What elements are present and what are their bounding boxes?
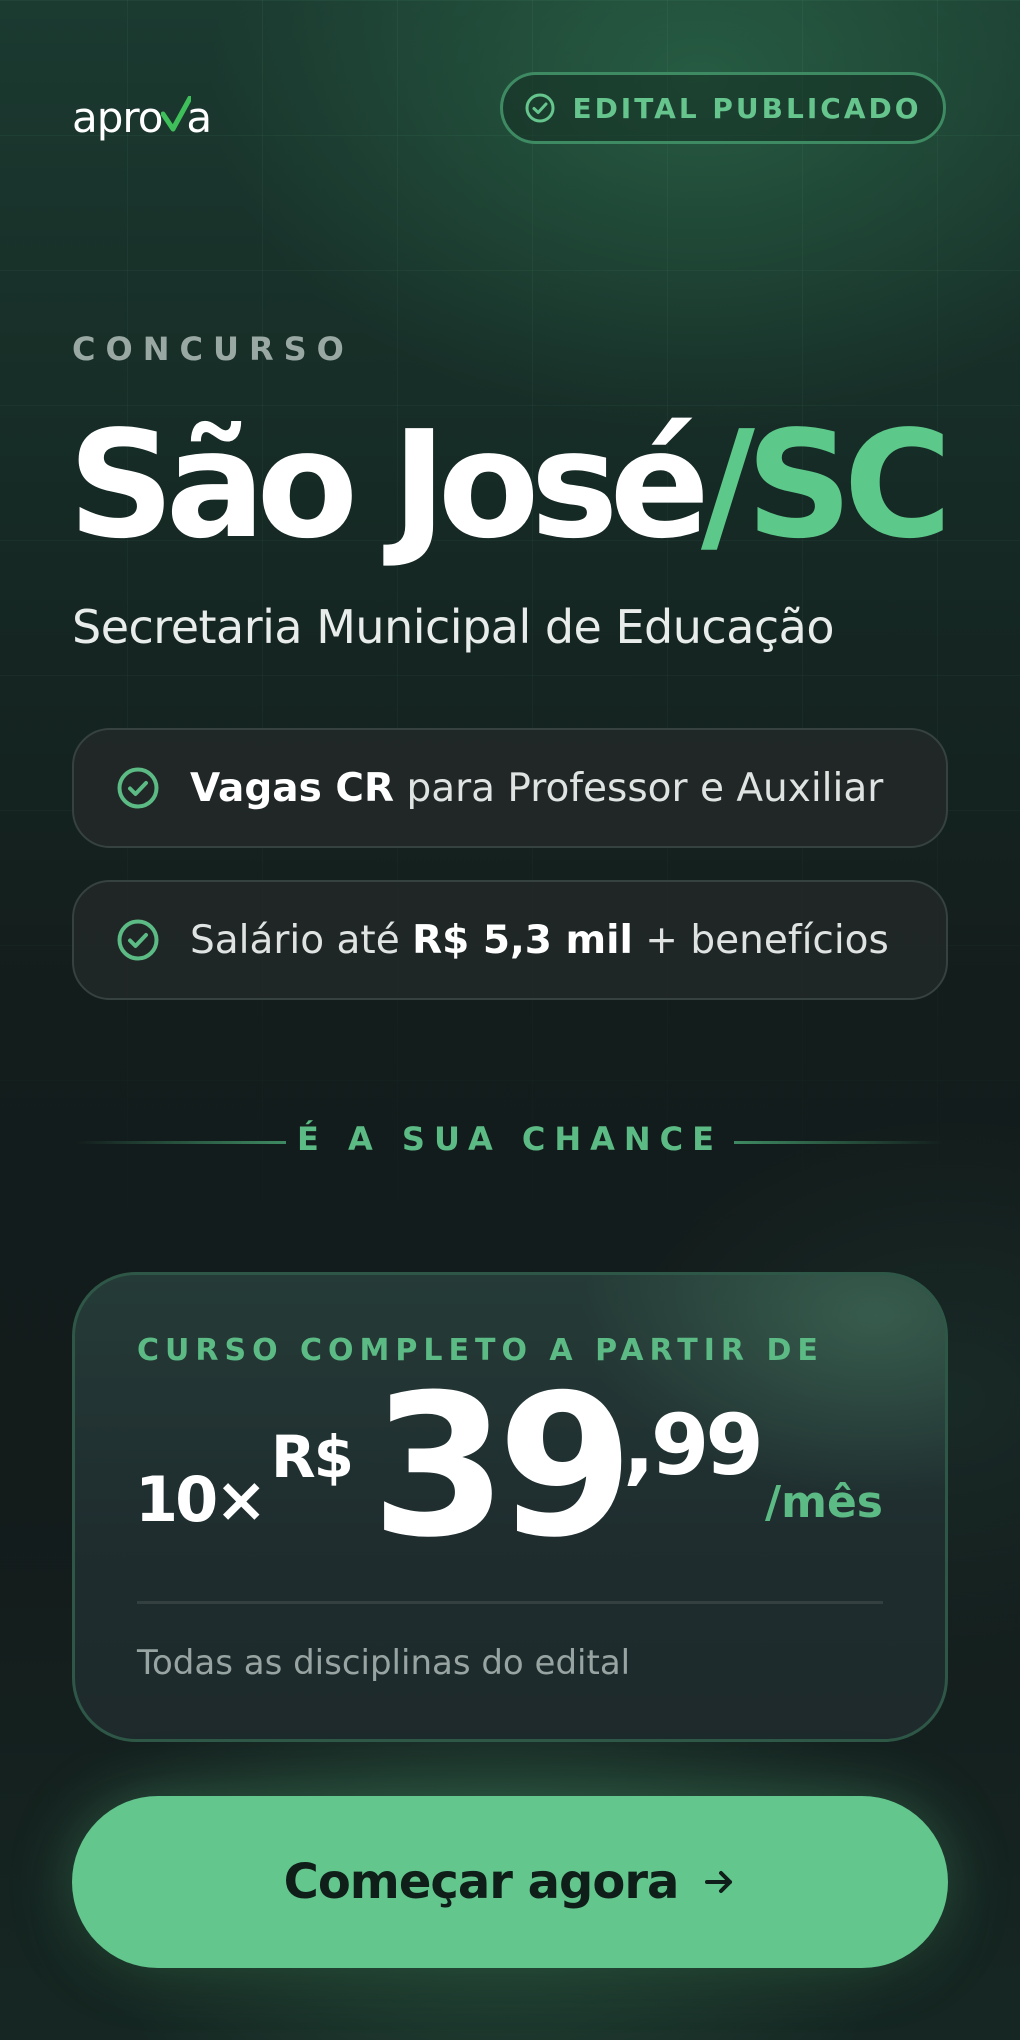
price-card: CURSO COMPLETO A PARTIR DE 10× R$ 39 ,99… — [72, 1272, 948, 1742]
check-circle-icon — [525, 93, 555, 123]
feature-salario-strong: R$ 5,3 mil — [412, 917, 633, 963]
feature-vagas-text: Vagas CR para Professor e Auxiliar — [190, 766, 883, 811]
price-amount-cents: ,99 — [623, 1396, 764, 1494]
price-card-divider — [137, 1601, 883, 1604]
price-currency: R$ — [271, 1423, 354, 1491]
logo-prefix: apro — [72, 93, 163, 142]
title-state: /SC — [700, 399, 952, 571]
badge-label: EDITAL PUBLICADO — [572, 91, 922, 125]
price-amount-integer: 39 — [371, 1353, 634, 1581]
check-circle-icon — [117, 919, 159, 961]
page-title: São José/SC — [68, 395, 952, 575]
logo-check-mark-icon — [161, 96, 192, 132]
price-period: /mês — [765, 1477, 883, 1528]
title-city: São José — [68, 399, 710, 571]
feature-salario-text: Salário até R$ 5,3 mil + benefícios — [190, 918, 889, 963]
feature-salario-before: Salário até — [190, 917, 413, 963]
check-circle-icon — [117, 767, 159, 809]
comecar-agora-button[interactable]: Começar agora — [72, 1796, 948, 1968]
edital-publicado-badge: EDITAL PUBLICADO — [500, 72, 946, 144]
aprova-logo[interactable]: aprov a — [72, 82, 212, 142]
cta-label: Começar agora — [283, 1854, 680, 1910]
feature-salario: Salário até R$ 5,3 mil + benefícios — [72, 880, 948, 1000]
feature-salario-after: + benefícios — [632, 917, 889, 963]
feature-vagas: Vagas CR para Professor e Auxiliar — [72, 728, 948, 848]
divider-label: É A SUA CHANCE — [296, 1120, 723, 1158]
feature-vagas-rest: para Professor e Auxiliar — [394, 765, 884, 811]
price-installments: 10× — [135, 1463, 267, 1536]
page-subtitle: Secretaria Municipal de Educação — [72, 600, 835, 654]
price-note: Todas as disciplinas do edital — [137, 1643, 631, 1683]
divider-right-line — [734, 1141, 944, 1144]
hero-eyebrow: CONCURSO — [72, 330, 354, 368]
arrow-right-icon — [705, 1871, 733, 1893]
logo-check-letter: v — [161, 93, 192, 142]
feature-vagas-strong: Vagas CR — [190, 765, 395, 811]
